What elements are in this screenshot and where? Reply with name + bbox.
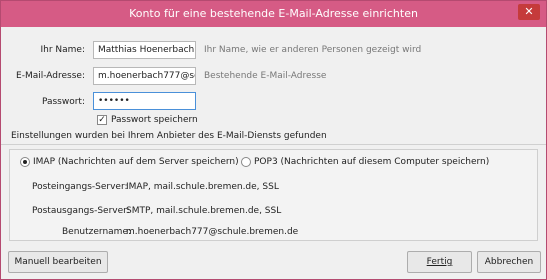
close-button[interactable]: ✕ [518,4,540,20]
dialog-title: Konto für eine bestehende E-Mail-Adresse… [129,7,418,20]
status-text: Einstellungen wurden bei Ihrem Anbieter … [11,131,327,141]
outgoing-server-value: SMTP, mail.schule.bremen.de, SSL [126,206,282,216]
divider [1,144,546,145]
incoming-server-label: Posteingangs-Server: [32,182,128,192]
manual-edit-label: Manuell bearbeiten [14,257,102,267]
done-label: Fertig [426,257,453,267]
email-hint: Bestehende E-Mail-Adresse [204,71,327,81]
password-input[interactable]: •••••• [93,92,196,110]
close-icon: ✕ [524,5,534,18]
username-label: Benutzername: [62,227,132,237]
incoming-server-value: IMAP, mail.schule.bremen.de, SSL [126,182,279,192]
pop3-label: POP3 (Nachrichten auf diesem Computer sp… [254,157,490,167]
title-bar: Konto für eine bestehende E-Mail-Adresse… [1,1,546,27]
imap-radio[interactable] [20,157,30,167]
outgoing-server-label: Postausgangs-Server: [32,206,130,216]
dialog-window: Konto für eine bestehende E-Mail-Adresse… [0,0,547,280]
pop3-radio[interactable] [241,157,251,167]
name-input[interactable]: Matthias Hoenerbach [93,41,196,59]
done-button[interactable]: Fertig [407,251,472,273]
cancel-button[interactable]: Abbrechen [477,251,541,273]
cancel-label: Abbrechen [484,257,534,267]
name-label: Ihr Name: [40,45,85,55]
password-label: Passwort: [41,97,85,107]
email-label: E-Mail-Adresse: [16,71,85,81]
save-password-checkbox[interactable]: ✓ [97,115,107,125]
manual-edit-button[interactable]: Manuell bearbeiten [8,251,108,273]
save-password-label: Passwort speichern [111,115,198,125]
username-value: m.hoenerbach777@schule.bremen.de [126,227,299,237]
email-input[interactable]: m.hoenerbach777@schule.bremen.de [93,67,196,85]
name-hint: Ihr Name, wie er anderen Personen gezeig… [204,45,422,55]
imap-label: IMAP (Nachrichten auf dem Server speiche… [33,157,239,167]
